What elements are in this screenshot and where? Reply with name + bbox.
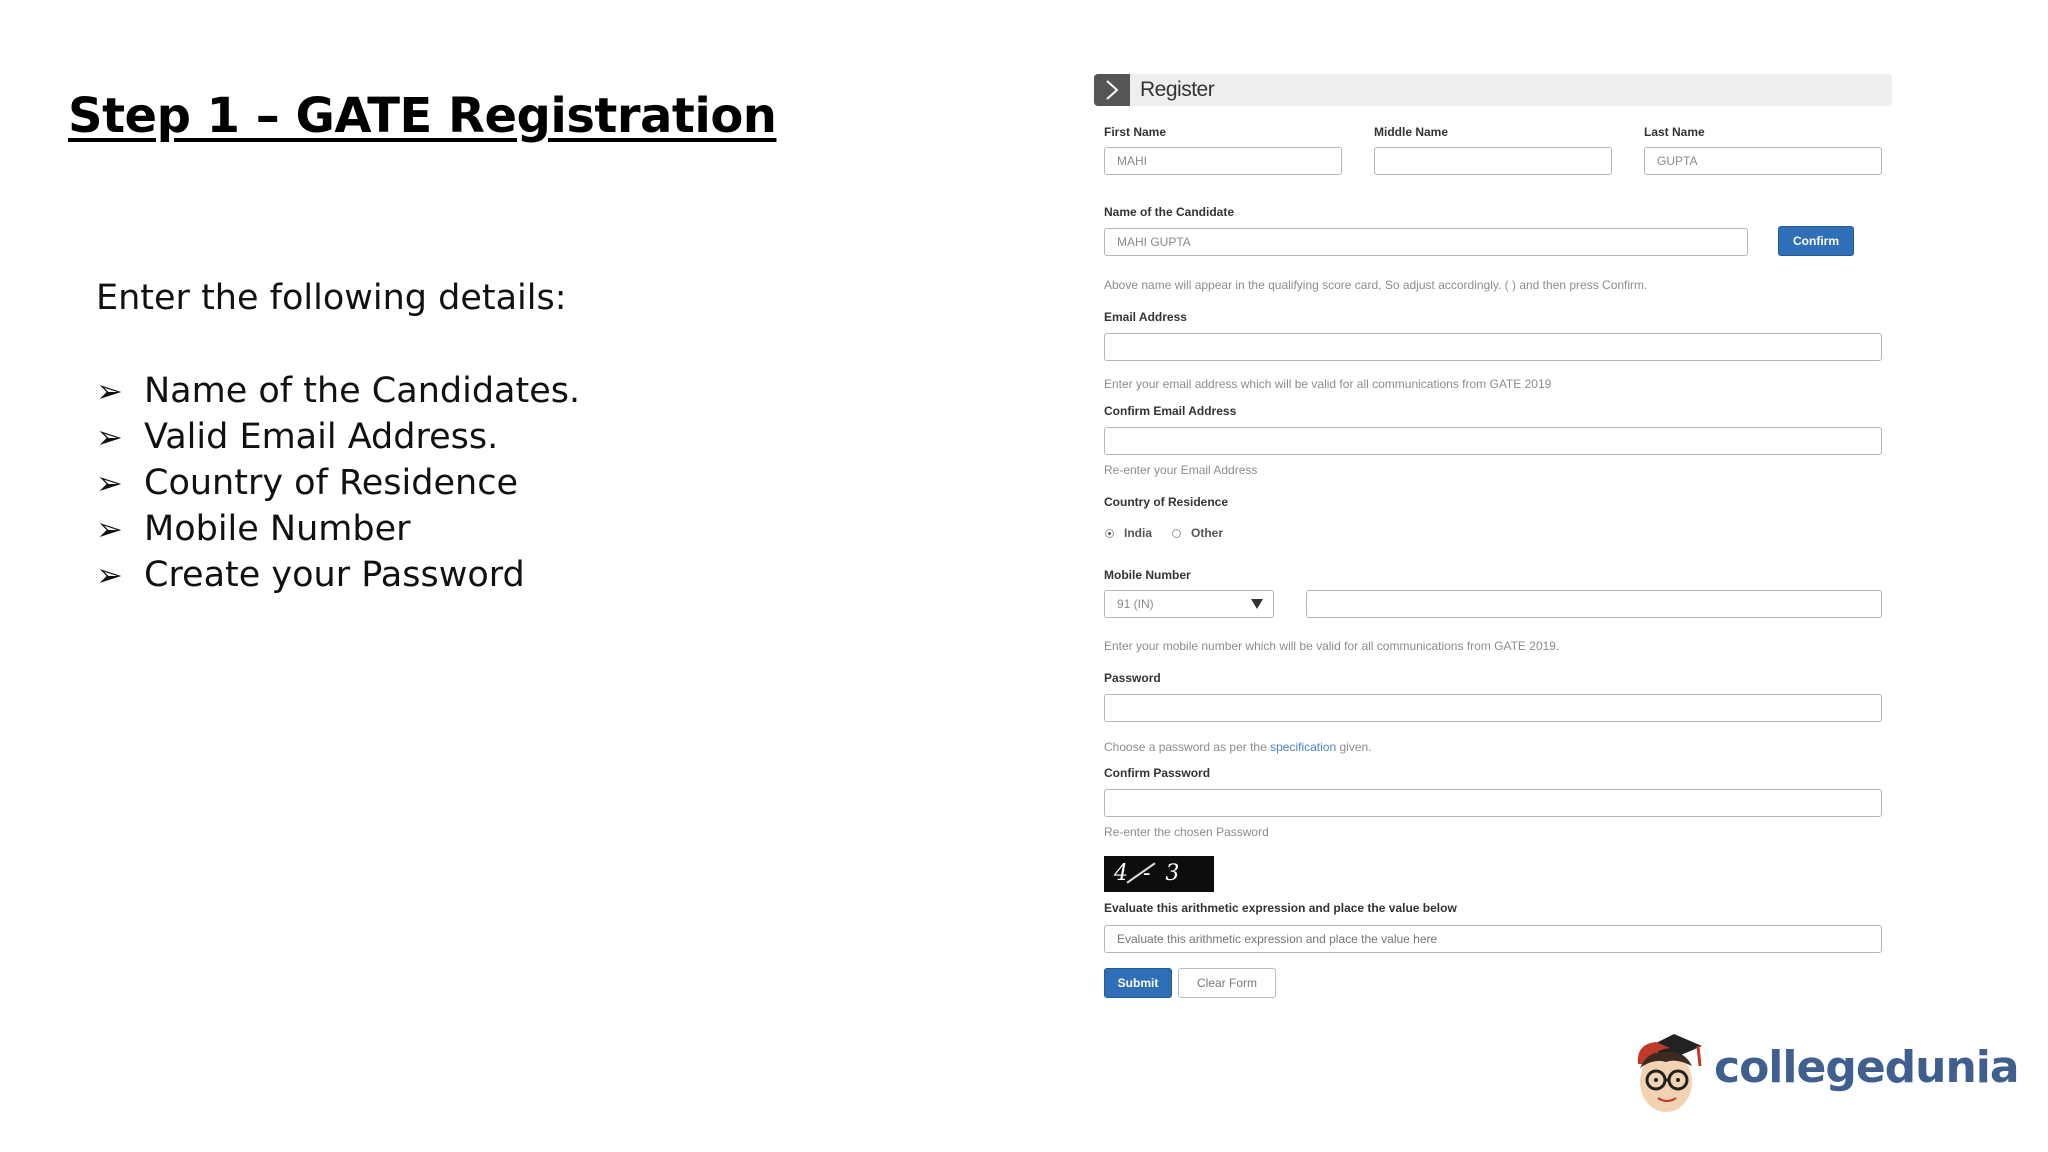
mascot-icon [1637,1034,1702,1112]
confirm-password-help: Re-enter the chosen Password [1104,825,1269,839]
list-item-text: Mobile Number [144,509,411,549]
password-help-suffix: given. [1336,740,1372,754]
list-item: ➢ Valid Email Address. [96,414,580,460]
email-input[interactable] [1104,333,1882,361]
captcha-input[interactable] [1104,925,1882,953]
confirm-email-input[interactable] [1104,427,1882,455]
first-name-label: First Name [1104,125,1167,139]
password-label: Password [1104,671,1161,685]
chevron-right-icon[interactable] [1094,74,1130,106]
list-item: ➢ Name of the Candidates. [96,368,580,414]
form-title: Register [1140,78,1215,101]
first-name-input[interactable]: MAHI [1104,147,1342,175]
mobile-number-input[interactable] [1306,590,1882,618]
list-item-text: Create your Password [144,555,525,595]
slide-title: Step 1 – GATE Registration [68,88,777,144]
form-header[interactable]: Register [1094,74,1892,106]
password-help-text: Choose a password as per the [1104,740,1271,754]
list-item-text: Name of the Candidates. [144,371,581,411]
last-name-input[interactable]: GUPTA [1644,147,1882,175]
specification-link[interactable]: specification [1270,740,1336,754]
password-input[interactable] [1104,694,1882,722]
list-item-text: Country of Residence [144,463,518,503]
confirm-email-help: Re-enter your Email Address [1104,463,1258,477]
password-help: Choose a password as per the specificati… [1104,740,1372,754]
list-item: ➢ Country of Residence [96,460,580,506]
radio-other-label: Other [1191,526,1224,540]
middle-name-input[interactable] [1374,147,1612,175]
country-code-value: 91 (IN) [1117,597,1154,611]
arrow-bullet-icon: ➢ [96,510,123,548]
country-code-select[interactable]: 91 (IN) [1104,590,1274,618]
clear-form-button[interactable]: Clear Form [1178,968,1276,998]
confirm-button[interactable]: Confirm [1778,226,1854,256]
arrow-bullet-icon: ➢ [96,372,123,410]
arrow-bullet-icon: ➢ [96,464,123,502]
last-name-label: Last Name [1644,125,1705,139]
intro-text: Enter the following details: [96,278,567,318]
confirm-email-label: Confirm Email Address [1104,404,1237,418]
details-list: ➢ Name of the Candidates. ➢ Valid Email Ad… [96,368,580,598]
email-label: Email Address [1104,310,1187,324]
radio-india[interactable] [1105,529,1114,538]
captcha-label: Evaluate this arithmetic expression and … [1104,901,1457,915]
mobile-help: Enter your mobile number which will be v… [1104,639,1560,653]
collegedunia-logo: collegedunia [1626,1024,2020,1124]
candidate-name-help: Above name will appear in the qualifying… [1104,278,1648,292]
dropdown-arrow-icon [1251,599,1263,609]
middle-name-label: Middle Name [1374,125,1449,139]
country-label: Country of Residence [1104,495,1229,509]
confirm-password-label: Confirm Password [1104,766,1211,780]
captcha-image: 4 - 3 = [1104,856,1214,922]
radio-other[interactable] [1172,529,1181,538]
mobile-label: Mobile Number [1104,568,1191,582]
list-item: ➢ Create your Password [96,552,580,598]
confirm-password-input[interactable] [1104,789,1882,817]
arrow-bullet-icon: ➢ [96,556,123,594]
registration-form: Register First Name MAHI Middle Name Las… [1094,74,1894,1014]
arrow-bullet-icon: ➢ [96,418,123,456]
candidate-name-label: Name of the Candidate [1104,205,1235,219]
radio-india-label: India [1124,526,1153,540]
list-item: ➢ Mobile Number [96,506,580,552]
candidate-name-input[interactable]: MAHI GUPTA [1104,228,1748,256]
logo-text: collegedunia [1714,1042,2020,1093]
submit-button[interactable]: Submit [1104,968,1172,998]
list-item-text: Valid Email Address. [144,417,499,457]
email-help: Enter your email address which will be v… [1104,377,1552,391]
